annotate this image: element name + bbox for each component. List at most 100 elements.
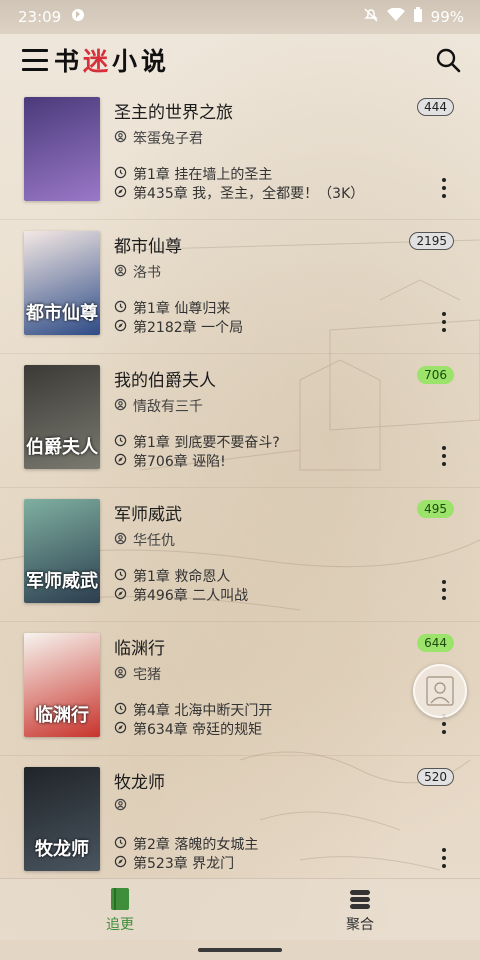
book-list-item[interactable]: 都市仙尊 都市仙尊 洛书 第1章 仙尊归来 第2182章 一个局 2195 (0, 220, 480, 354)
tab-aggregate-label: 聚合 (346, 917, 374, 933)
author-icon (114, 532, 127, 549)
floating-action-button[interactable] (413, 664, 467, 718)
book-title: 都市仙尊 (114, 237, 182, 257)
book-cover[interactable]: 军师威武 (24, 499, 100, 603)
latest-chapter: 第634章 帝廷的规矩 (114, 719, 262, 739)
tab-follow-updates[interactable]: 追更 (0, 879, 240, 940)
tab-aggregate[interactable]: 聚合 (240, 879, 480, 940)
compass-icon (114, 319, 127, 336)
tab-follow-updates-label: 追更 (106, 917, 134, 933)
compass-icon (114, 453, 127, 470)
compass-icon (114, 855, 127, 872)
book-author (114, 798, 133, 815)
last-read-chapter-text: 第1章 救命恩人 (133, 569, 231, 585)
latest-chapter-text: 第706章 诬陷! (133, 454, 226, 470)
last-read-chapter-text: 第1章 挂在墙上的圣主 (133, 167, 273, 183)
last-read-chapter: 第1章 救命恩人 (114, 566, 230, 586)
book-list-item[interactable]: 伯爵夫人 我的伯爵夫人 情敌有三千 第1章 到底要不要奋斗? 第706章 诬陷!… (0, 354, 480, 488)
book-list-item[interactable]: 牧龙师 牧龙师 第2章 落魄的女城主 第523章 界龙门 520 (0, 756, 480, 878)
more-options-icon[interactable] (436, 312, 452, 332)
status-bar: 23:09 99% (0, 0, 480, 34)
cover-title: 都市仙尊 (26, 303, 98, 324)
latest-chapter-text: 第435章 我，圣主，全都要！（3K） (133, 186, 365, 202)
book-author: 宅猪 (114, 664, 161, 684)
bottom-navigation: 追更 聚合 (0, 878, 480, 940)
more-options-icon[interactable] (436, 580, 452, 600)
chapter-count-badge: 2195 (409, 232, 454, 250)
clock-icon (114, 434, 127, 451)
app-title: 书迷小说 (54, 47, 171, 76)
clock-icon (114, 836, 127, 853)
compass-icon (114, 587, 127, 604)
last-read-chapter: 第1章 挂在墙上的圣主 (114, 164, 272, 184)
wifi-icon (386, 7, 405, 26)
last-read-chapter-text: 第1章 到底要不要奋斗? (133, 435, 280, 451)
book-cover[interactable]: 牧龙师 (24, 767, 100, 871)
book-cover[interactable]: 临渊行 (24, 633, 100, 737)
book-title: 我的伯爵夫人 (114, 371, 216, 391)
book-author: 笨蛋兔子君 (114, 128, 203, 148)
clock-icon (114, 300, 127, 317)
book-list: 圣主的世界之旅 笨蛋兔子君 第1章 挂在墙上的圣主 第435章 我，圣主，全都要… (0, 86, 480, 878)
chapter-count-badge: 444 (417, 98, 454, 116)
book-title: 临渊行 (114, 639, 165, 659)
latest-chapter: 第706章 诬陷! (114, 451, 226, 471)
latest-chapter-text: 第523章 界龙门 (133, 856, 235, 872)
menu-icon[interactable] (22, 49, 48, 71)
last-read-chapter: 第1章 仙尊归来 (114, 298, 230, 318)
author-name: 情敌有三千 (133, 399, 203, 415)
status-time: 23:09 (18, 8, 62, 26)
author-icon (114, 666, 127, 683)
book-author: 洛书 (114, 262, 161, 282)
latest-chapter-text: 第634章 帝廷的规矩 (133, 722, 263, 738)
stack-icon (350, 890, 370, 909)
last-read-chapter: 第4章 北海中断天门开 (114, 700, 272, 720)
more-options-icon[interactable] (436, 848, 452, 868)
portrait-icon (426, 676, 454, 706)
book-list-item[interactable]: 临渊行 临渊行 宅猪 第4章 北海中断天门开 第634章 帝廷的规矩 644 (0, 622, 480, 756)
cover-title: 牧龙师 (35, 839, 89, 860)
home-gesture-pill[interactable] (198, 948, 282, 952)
more-options-icon[interactable] (436, 178, 452, 198)
book-title: 军师威武 (114, 505, 182, 525)
author-name: 华任仇 (133, 533, 175, 549)
last-read-chapter: 第2章 落魄的女城主 (114, 834, 258, 854)
chapter-count-badge: 495 (417, 500, 454, 518)
clock-icon (114, 166, 127, 183)
gesture-bar (0, 940, 480, 960)
latest-chapter-text: 第496章 二人叫战 (133, 588, 249, 604)
last-read-chapter-text: 第2章 落魄的女城主 (133, 837, 259, 853)
chapter-count-badge: 520 (417, 768, 454, 786)
book-author: 情敌有三千 (114, 396, 203, 416)
last-read-chapter: 第1章 到底要不要奋斗? (114, 432, 280, 452)
latest-chapter: 第435章 我，圣主，全都要！（3K） (114, 183, 364, 203)
chapter-count-badge: 644 (417, 634, 454, 652)
compass-icon (114, 721, 127, 738)
latest-chapter: 第2182章 一个局 (114, 317, 243, 337)
latest-chapter-text: 第2182章 一个局 (133, 320, 244, 336)
author-icon (114, 798, 127, 815)
book-cover[interactable]: 伯爵夫人 (24, 365, 100, 469)
search-button[interactable] (430, 42, 466, 78)
book-icon (111, 888, 129, 910)
cover-title: 临渊行 (35, 705, 89, 726)
cover-title: 伯爵夫人 (26, 437, 98, 458)
author-icon (114, 398, 127, 415)
battery-icon (413, 7, 423, 27)
notification-app-icon (71, 8, 85, 26)
author-icon (114, 130, 127, 147)
author-icon (114, 264, 127, 281)
book-list-item[interactable]: 圣主的世界之旅 笨蛋兔子君 第1章 挂在墙上的圣主 第435章 我，圣主，全都要… (0, 86, 480, 220)
latest-chapter: 第523章 界龙门 (114, 853, 234, 873)
compass-icon (114, 185, 127, 202)
battery-percent: 99% (430, 8, 464, 26)
cover-title: 军师威武 (26, 571, 98, 592)
clock-icon (114, 702, 127, 719)
book-author: 华任仇 (114, 530, 175, 550)
book-cover[interactable]: 都市仙尊 (24, 231, 100, 335)
more-options-icon[interactable] (436, 446, 452, 466)
clock-icon (114, 568, 127, 585)
book-list-item[interactable]: 军师威武 军师威武 华任仇 第1章 救命恩人 第496章 二人叫战 495 (0, 488, 480, 622)
book-cover[interactable] (24, 97, 100, 201)
last-read-chapter-text: 第1章 仙尊归来 (133, 301, 231, 317)
